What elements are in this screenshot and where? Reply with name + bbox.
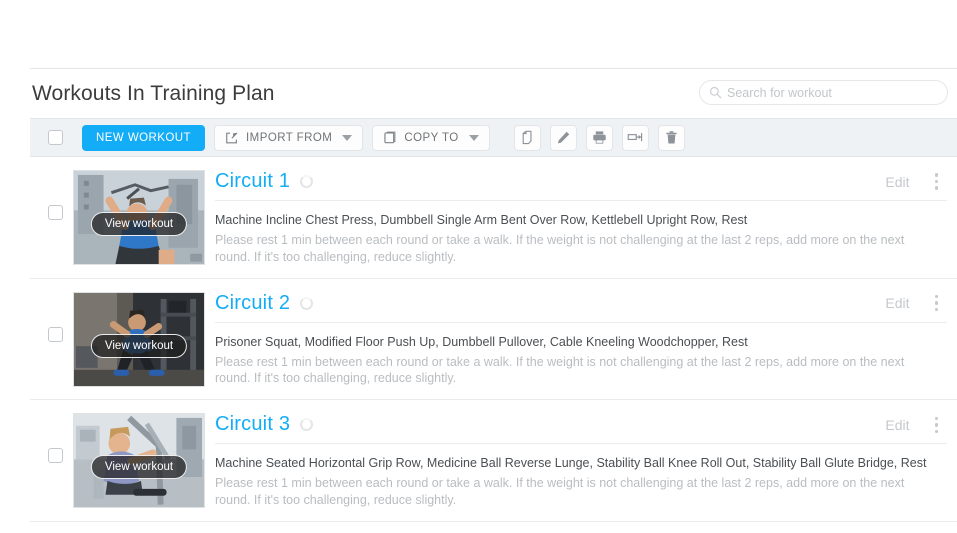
import-from-label: IMPORT FROM — [246, 131, 333, 144]
copy-to-label: COPY TO — [404, 131, 459, 144]
exercise-list: Prisoner Squat, Modified Floor Push Up, … — [215, 334, 748, 349]
kebab-dot — [934, 301, 938, 305]
actions-toolbar: NEW WORKOUT IMPORT FROM COPY TO — [30, 118, 957, 157]
exercise-list: Machine Incline Chest Press, Dumbbell Si… — [215, 213, 748, 227]
edit-link[interactable]: Edit — [885, 417, 909, 433]
kebab-dot — [934, 186, 938, 190]
workout-list: View workout Circuit 1 Edit Machine Incl… — [30, 157, 957, 522]
import-icon — [226, 132, 238, 143]
loading-spinner-icon — [300, 418, 314, 432]
copy-icon — [384, 131, 396, 143]
exercise-list: Machine Seated Horizontal Grip Row, Medi… — [215, 456, 927, 471]
kebab-dot — [934, 423, 938, 427]
trash-icon — [666, 131, 677, 144]
workout-title-line: Circuit 3 Edit — [215, 413, 947, 445]
workout-title-line: Circuit 1 Edit — [215, 170, 947, 201]
kebab-dot — [934, 173, 938, 177]
workout-title-line: Circuit 2 Edit — [215, 292, 947, 323]
page-title: Workouts In Training Plan — [32, 82, 275, 105]
chevron-down-icon — [342, 134, 353, 141]
row-select-checkbox[interactable] — [48, 326, 63, 342]
duplicate-icon — [522, 130, 532, 145]
kebab-dot — [934, 294, 938, 299]
workout-note: Please rest 1 min between each round or … — [215, 476, 905, 507]
row-actions: Edit — [885, 414, 947, 437]
new-workout-button[interactable]: NEW WORKOUT — [82, 124, 206, 151]
edit-button[interactable] — [549, 124, 577, 151]
delete-button[interactable] — [657, 124, 685, 151]
workout-thumbnail[interactable]: View workout — [73, 413, 205, 509]
row-select-checkbox[interactable] — [48, 205, 63, 220]
workout-note: Please rest 1 min between each round or … — [215, 232, 905, 264]
view-workout-button[interactable]: View workout — [90, 333, 188, 358]
view-workout-button[interactable]: View workout — [90, 455, 188, 480]
loading-spinner-icon — [300, 175, 314, 188]
view-workout-button[interactable]: View workout — [90, 212, 188, 236]
edit-pencil-icon — [557, 131, 569, 144]
search-box[interactable] — [699, 80, 948, 105]
print-button[interactable] — [585, 124, 613, 151]
export-icon — [627, 132, 643, 142]
workout-note: Please rest 1 min between each round or … — [215, 354, 905, 386]
workout-row-1: View workout Circuit 1 Edit Machine Incl… — [30, 157, 957, 279]
workout-row-2: View workout Circuit 2 Edit Prisoner Squ… — [30, 279, 957, 401]
workout-details: Circuit 2 Edit Prisoner Squat, Modified … — [205, 292, 957, 388]
chevron-down-icon — [468, 134, 479, 141]
workout-title-link[interactable]: Circuit 3 — [215, 413, 290, 436]
more-options-button[interactable] — [930, 170, 944, 193]
edit-link[interactable]: Edit — [885, 295, 909, 311]
page-top-spacer — [0, 0, 957, 68]
select-all-checkbox[interactable] — [48, 130, 63, 145]
copy-to-dropdown[interactable]: COPY TO — [372, 124, 490, 151]
workout-thumbnail[interactable]: View workout — [73, 170, 205, 265]
export-button[interactable] — [621, 124, 649, 151]
kebab-dot — [934, 429, 938, 433]
row-actions: Edit — [885, 170, 947, 193]
duplicate-button[interactable] — [513, 124, 541, 151]
kebab-dot — [934, 179, 938, 184]
workouts-page: Workouts In Training Plan NEW WORKOUT I — [0, 0, 957, 533]
edit-link[interactable]: Edit — [885, 174, 909, 190]
workout-row-3: View workout Circuit 3 Edit Machine Seat… — [30, 400, 957, 522]
workout-title-link[interactable]: Circuit 1 — [215, 170, 290, 193]
search-icon — [709, 86, 722, 99]
panel-header: Workouts In Training Plan — [30, 69, 957, 118]
row-actions: Edit — [885, 292, 947, 315]
import-from-dropdown[interactable]: IMPORT FROM — [214, 124, 364, 151]
workouts-panel: Workouts In Training Plan NEW WORKOUT I — [30, 69, 957, 533]
kebab-dot — [934, 307, 938, 312]
search-input[interactable] — [727, 82, 927, 103]
more-options-button[interactable] — [930, 292, 944, 315]
more-options-button[interactable] — [930, 414, 944, 437]
loading-spinner-icon — [300, 296, 314, 310]
kebab-dot — [934, 416, 938, 420]
row-select-checkbox[interactable] — [48, 448, 63, 464]
workout-details: Circuit 3 Edit Machine Seated Horizontal… — [205, 413, 957, 509]
workout-details: Circuit 1 Edit Machine Incline Chest Pre… — [205, 170, 957, 266]
workout-thumbnail[interactable]: View workout — [73, 291, 205, 387]
print-icon — [592, 131, 606, 144]
workout-title-link[interactable]: Circuit 2 — [215, 292, 290, 315]
